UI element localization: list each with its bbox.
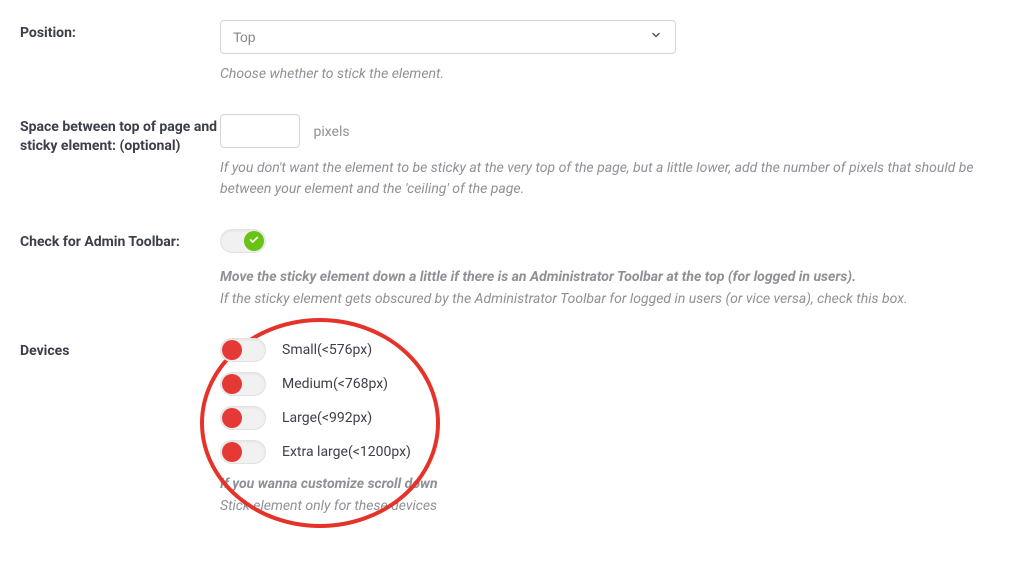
device-label-medium: Medium(<768px)	[282, 376, 388, 392]
device-option-small: Small(<576px)	[220, 338, 1004, 362]
content-admin-toolbar: Move the sticky element down a little if…	[220, 229, 1004, 310]
devices-help: Stick element only for these devices	[220, 496, 1004, 518]
space-unit: pixels	[313, 124, 349, 140]
device-label-xlarge: Extra large(<1200px)	[282, 444, 411, 460]
row-admin-toolbar: Check for Admin Toolbar: Move the sticky…	[20, 229, 1004, 310]
device-toggle-medium[interactable]	[220, 372, 266, 396]
label-devices: Devices	[20, 338, 220, 362]
admin-toolbar-toggle[interactable]	[220, 229, 266, 253]
device-toggle-small[interactable]	[220, 338, 266, 362]
check-icon	[249, 235, 259, 248]
position-select[interactable]: Top	[220, 20, 676, 54]
row-space: Space between top of page and sticky ele…	[20, 114, 1004, 201]
content-space: pixels If you don't want the element to …	[220, 114, 1004, 201]
device-option-xlarge: Extra large(<1200px)	[220, 440, 1004, 464]
device-label-small: Small(<576px)	[282, 342, 372, 358]
position-select-wrapper: Top	[220, 20, 676, 54]
device-toggle-large[interactable]	[220, 406, 266, 430]
device-option-medium: Medium(<768px)	[220, 372, 1004, 396]
device-option-large: Large(<992px)	[220, 406, 1004, 430]
space-help: If you don't want the element to be stic…	[220, 158, 1004, 201]
devices-help-bold: If you wanna customize scroll down	[220, 474, 1004, 496]
space-input[interactable]	[220, 114, 300, 148]
label-admin-toolbar: Check for Admin Toolbar:	[20, 229, 220, 253]
device-label-large: Large(<992px)	[282, 410, 372, 426]
admin-toolbar-help: If the sticky element gets obscured by t…	[220, 289, 1004, 311]
label-space: Space between top of page and sticky ele…	[20, 114, 220, 157]
row-devices: Devices Small(<576px) Medium(<768px) Lar…	[20, 338, 1004, 517]
toggle-knob	[244, 231, 264, 251]
content-position: Top Choose whether to stick the element.	[220, 20, 1004, 86]
row-position: Position: Top Choose whether to stick th…	[20, 20, 1004, 86]
admin-toolbar-help-bold: Move the sticky element down a little if…	[220, 267, 1004, 289]
device-toggle-xlarge[interactable]	[220, 440, 266, 464]
content-devices: Small(<576px) Medium(<768px) Large(<992p…	[220, 338, 1004, 517]
label-position: Position:	[20, 20, 220, 44]
position-help: Choose whether to stick the element.	[220, 64, 1004, 86]
